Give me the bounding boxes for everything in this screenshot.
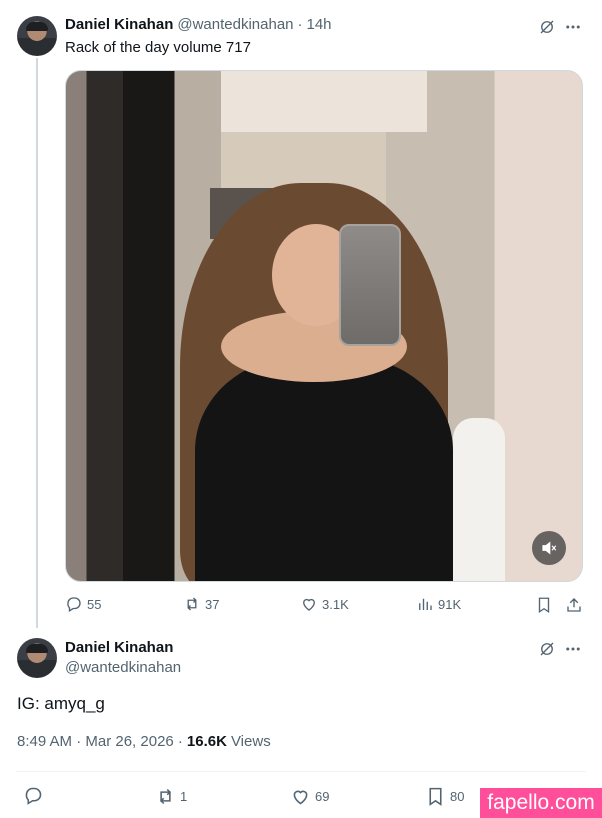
separator: ·	[297, 16, 303, 33]
reply-author-handle[interactable]: @wantedkinahan	[65, 659, 181, 676]
grok-icon	[540, 20, 554, 34]
tweet-media[interactable]	[65, 70, 583, 582]
reply-author-avatar[interactable]	[17, 638, 57, 678]
bookmark-button[interactable]	[534, 595, 554, 615]
grok-icon	[540, 642, 554, 656]
reply-reply-action[interactable]	[23, 785, 44, 806]
author-name[interactable]: Daniel Kinahan	[65, 16, 173, 33]
reply-like-count: 69	[315, 789, 330, 804]
reply-views-count: 16.6K	[186, 733, 227, 750]
more-icon	[566, 647, 580, 651]
mute-icon	[542, 541, 557, 555]
reply-views-label: Views	[230, 733, 271, 750]
reply-author-name[interactable]: Daniel Kinahan	[65, 639, 173, 656]
like-icon	[293, 790, 308, 805]
like-action[interactable]: 3.1K	[300, 595, 349, 613]
views-count: 91K	[438, 596, 462, 612]
reply-like-action[interactable]: 69	[290, 786, 329, 807]
reply-grok-button[interactable]	[537, 639, 557, 659]
reply-timestamp[interactable]: 8:49 AM · Mar 26, 2026 ·	[17, 733, 183, 750]
author-handle[interactable]: @wantedkinahan	[177, 16, 293, 33]
media-towel	[453, 417, 505, 581]
reply-bookmark-count: 80	[450, 789, 465, 804]
reply-count: 55	[87, 596, 102, 612]
tweet-time[interactable]: 14h	[307, 16, 332, 33]
watermark: fapello.com	[480, 788, 602, 818]
share-button[interactable]	[564, 595, 584, 615]
retweet-icon	[187, 597, 197, 611]
media-figure-body	[195, 356, 453, 581]
reply-meta: 8:49 AM · Mar 26, 2026 · 16.6K Views	[17, 733, 271, 750]
tweet-text: Rack of the day volume 717	[65, 39, 251, 56]
thread-line	[36, 58, 38, 628]
reply-action[interactable]: 55	[65, 595, 101, 613]
author-avatar[interactable]	[17, 16, 57, 56]
like-icon	[303, 598, 315, 611]
reply-more-button[interactable]	[563, 639, 583, 659]
views-action[interactable]: 91K	[416, 595, 461, 613]
divider	[16, 771, 586, 772]
views-icon	[419, 598, 432, 610]
more-button[interactable]	[563, 17, 583, 37]
like-count: 3.1K	[322, 596, 349, 612]
retweet-count: 37	[205, 596, 220, 612]
more-icon	[566, 25, 580, 29]
reply-icon	[25, 787, 42, 805]
grok-button[interactable]	[537, 17, 557, 37]
tweet-header: Daniel Kinahan @wantedkinahan · 14h	[65, 16, 332, 33]
reply-retweet-action[interactable]: 1	[155, 786, 187, 807]
retweet-action[interactable]: 37	[183, 595, 219, 613]
retweet-icon	[160, 788, 171, 805]
bookmark-icon	[538, 597, 550, 614]
media-background	[220, 71, 428, 133]
media-phone	[339, 224, 402, 347]
reply-icon	[67, 597, 81, 612]
bookmark-icon	[429, 787, 442, 806]
reply-retweet-count: 1	[180, 789, 188, 804]
share-icon	[567, 598, 581, 612]
reply-bookmark-action[interactable]: 80	[425, 786, 464, 807]
reply-text: IG: amyq_g	[17, 694, 105, 713]
mute-button[interactable]	[532, 531, 566, 565]
